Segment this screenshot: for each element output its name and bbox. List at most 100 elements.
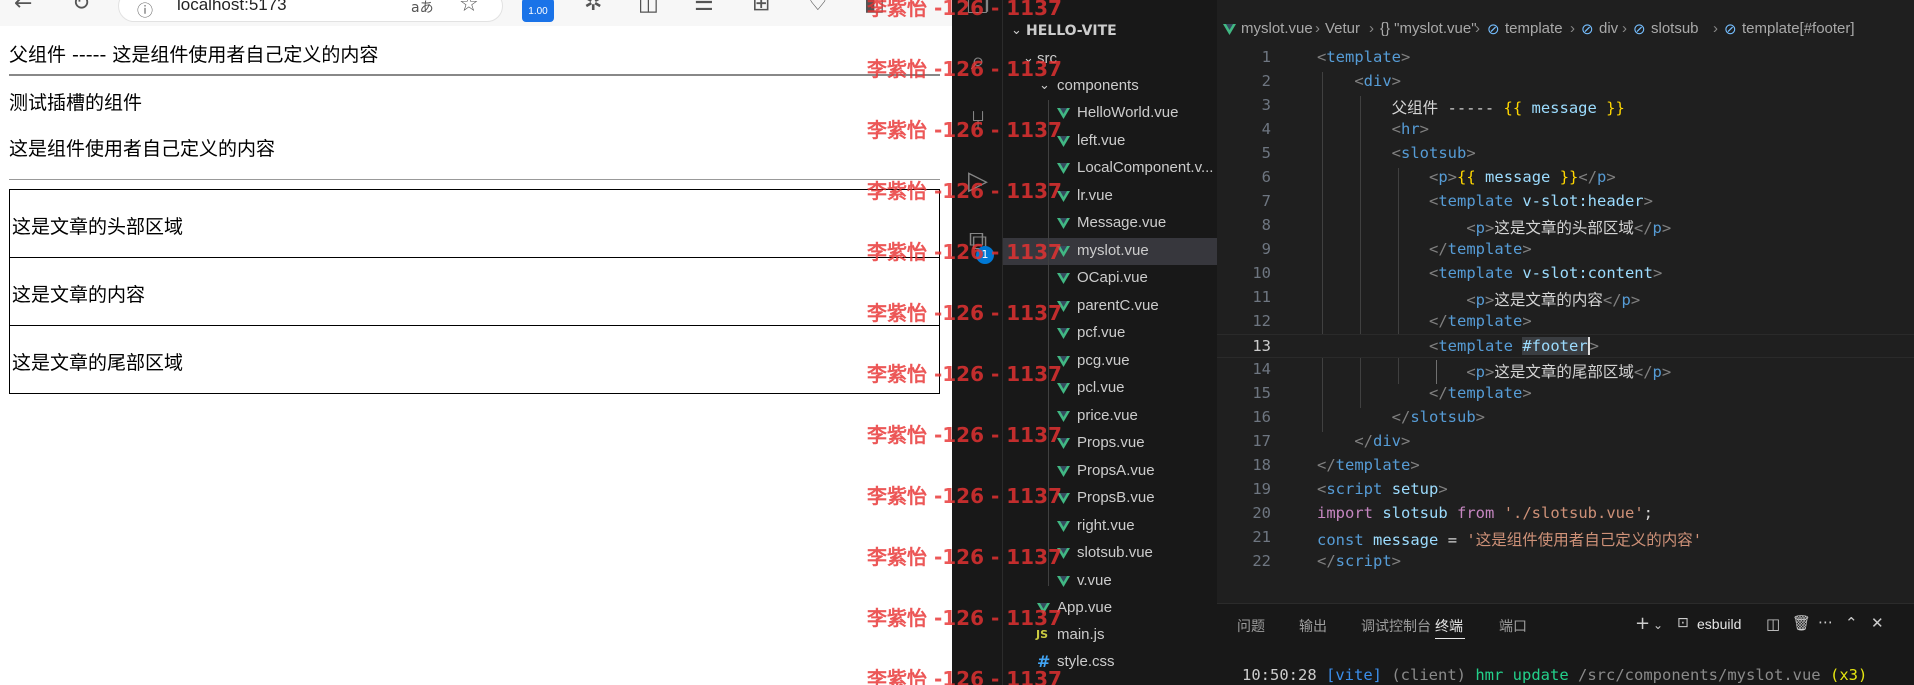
back-arrow-icon[interactable]: ←	[14, 0, 32, 16]
article-header: 这是文章的头部区域	[12, 216, 184, 238]
read-aloud-icon[interactable]: aあ	[411, 0, 434, 17]
line-number: 1	[1261, 48, 1271, 66]
file-item[interactable]: right.vue	[1003, 513, 1217, 540]
breadcrumb: myslot.vue › Vetur › {} "myslot.vue" › ⊘…	[1217, 20, 1914, 44]
article-content: 这是文章的内容	[12, 284, 146, 306]
close-panel-icon[interactable]: ✕	[1871, 614, 1884, 632]
collections-icon[interactable]: ⊞	[752, 0, 770, 16]
breadcrumb-element-icon: ⊘	[1633, 21, 1646, 38]
line-number: 7	[1261, 192, 1271, 210]
line-number: 6	[1261, 168, 1271, 186]
breadcrumb-item[interactable]: myslot.vue	[1241, 20, 1313, 37]
code-line: 21 const message = '这是组件使用者自己定义的内容'	[1217, 526, 1914, 550]
activity-bar: ❐ ⌕ ⑂ ▷ ⧉ 1	[952, 0, 1003, 685]
file-label: LocalComponent.v...	[1077, 159, 1214, 176]
code-line: 10 <template v-slot:content>	[1217, 262, 1914, 286]
parent-line: 父组件 ----- 这是组件使用者自己定义的内容	[9, 44, 379, 66]
file-item[interactable]: Message.vue	[1003, 210, 1217, 237]
browser-window: ← ↻ ⓘ localhost:5173 aあ ☆ 1.00 ✲ ◫ ☰ ⊞ ♡…	[0, 0, 952, 685]
breadcrumb-item[interactable]: Vetur	[1325, 20, 1360, 37]
active-tab-indicator	[1435, 638, 1465, 639]
code-line: 1 <template>	[1217, 46, 1914, 70]
performance-icon[interactable]: ♡	[808, 0, 828, 16]
file-item[interactable]: v.vue	[1003, 568, 1217, 595]
site-info-icon[interactable]: ⓘ	[137, 0, 153, 21]
tab-output[interactable]: 输出	[1299, 616, 1327, 636]
breadcrumb-element-icon: ⊘	[1724, 21, 1737, 38]
favorites-icon[interactable]: ☰	[694, 0, 714, 16]
file-label: Message.vue	[1077, 214, 1167, 231]
vue-file-icon	[1057, 328, 1070, 339]
split-terminal-icon[interactable]: ◫	[1766, 615, 1780, 633]
breadcrumb-item[interactable]: div	[1599, 20, 1618, 37]
terminal-profile[interactable]: esbuild	[1697, 616, 1741, 632]
watermark-text: 李紫怡 -126 - 1137	[867, 667, 1062, 685]
url-text[interactable]: localhost:5173	[177, 0, 287, 15]
line-number: 14	[1252, 360, 1271, 378]
tab-ports[interactable]: 端口	[1499, 616, 1527, 636]
tab-debug-console[interactable]: 调试控制台	[1361, 616, 1431, 636]
project-root[interactable]: ⌄ HELLO-VITE	[1003, 18, 1217, 45]
puzzle-extensions-icon[interactable]: ✲	[584, 0, 602, 16]
breadcrumb-item[interactable]: template	[1505, 20, 1563, 37]
file-label: pcl.vue	[1077, 379, 1125, 396]
file-label: PropsA.vue	[1077, 461, 1155, 479]
breadcrumb-item[interactable]: slotsub	[1651, 20, 1699, 37]
watermark-text: 李紫怡 -126 - 1137	[867, 606, 1062, 630]
watermark-text: 李紫怡 -126 - 1137	[867, 423, 1062, 447]
watermark-text: 李紫怡 -126 - 1137	[867, 0, 1062, 20]
extension-icon[interactable]: 1.00	[522, 0, 554, 22]
watermark-text: 李紫怡 -126 - 1137	[867, 118, 1062, 142]
vue-file-icon	[1057, 163, 1070, 174]
split-screen-icon[interactable]: ◫	[638, 0, 659, 16]
article-footer: 这是文章的尾部区域	[12, 352, 184, 374]
code-line: 9 </template>	[1217, 238, 1914, 262]
trash-icon[interactable]: 🗑	[1792, 614, 1811, 632]
file-label: pcg.vue	[1077, 351, 1130, 369]
tab-terminal[interactable]: 终端	[1435, 616, 1463, 636]
line-number: 15	[1252, 384, 1271, 402]
terminal-count: (x3)	[1830, 666, 1868, 684]
file-item[interactable]: OCapi.vue	[1003, 265, 1217, 292]
new-terminal-plus-icon[interactable]: +	[1635, 613, 1650, 634]
breadcrumb-element-icon: ⊘	[1581, 21, 1594, 38]
breadcrumb-vue-icon	[1223, 20, 1236, 39]
file-label: slotsub.vue	[1077, 544, 1153, 561]
code-line-current: 13 <template #footer >	[1217, 334, 1914, 358]
line-number: 12	[1252, 312, 1271, 330]
address-bar[interactable]: ⓘ localhost:5173 aあ ☆	[118, 0, 503, 22]
breadcrumb-separator: ›	[1475, 20, 1480, 37]
maximize-panel-icon[interactable]: ⌃	[1845, 614, 1858, 632]
terminal-path: /src/components/myslot.vue	[1578, 666, 1821, 684]
more-actions-icon[interactable]: ⋯	[1818, 613, 1833, 631]
line-number: 13	[1252, 337, 1271, 355]
watermark-text: 李紫怡 -126 - 1137	[867, 57, 1062, 81]
breadcrumb-separator: ›	[1369, 20, 1374, 37]
watermark-text: 李紫怡 -126 - 1137	[867, 179, 1062, 203]
refresh-icon[interactable]: ↻	[72, 0, 90, 16]
file-label: v.vue	[1077, 571, 1112, 589]
code-editor[interactable]: myslot.vue › Vetur › {} "myslot.vue" › ⊘…	[1217, 0, 1914, 603]
article-header-box: 这是文章的头部区域	[9, 189, 940, 258]
terminal-tag: [vite]	[1326, 666, 1382, 684]
code-line: 8 <p>这是文章的头部区域</p>	[1217, 214, 1914, 238]
chevron-down-icon[interactable]: ⌄	[1653, 618, 1663, 632]
tab-problems[interactable]: 问题	[1237, 616, 1265, 636]
file-label: Props.vue	[1077, 434, 1145, 451]
chevron-down-icon: ⌄	[1011, 23, 1022, 38]
line-number: 18	[1252, 456, 1271, 474]
line-number: 20	[1252, 504, 1271, 522]
code-line: 7 <template v-slot:header>	[1217, 190, 1914, 214]
bottom-panel: 问题 输出 调试控制台 终端 端口 + ⌄ ⊡ esbuild ◫ 🗑 ⋯ ⌃ …	[1217, 603, 1914, 685]
browser-toolbar: ← ↻ ⓘ localhost:5173 aあ ☆ 1.00 ✲ ◫ ☰ ⊞ ♡…	[0, 0, 952, 26]
terminal-icon: ⊡	[1677, 615, 1689, 631]
line-number: 5	[1261, 144, 1271, 162]
horizontal-rule	[9, 74, 940, 76]
breadcrumb-item[interactable]: {} "myslot.vue"	[1380, 20, 1477, 37]
file-label: main.js	[1057, 626, 1105, 643]
file-label: right.vue	[1077, 516, 1135, 534]
favorite-star-icon[interactable]: ☆	[459, 0, 479, 17]
indent-guide	[1048, 100, 1049, 586]
breadcrumb-item[interactable]: template[#footer]	[1742, 20, 1855, 37]
folder-label: components	[1057, 77, 1139, 94]
